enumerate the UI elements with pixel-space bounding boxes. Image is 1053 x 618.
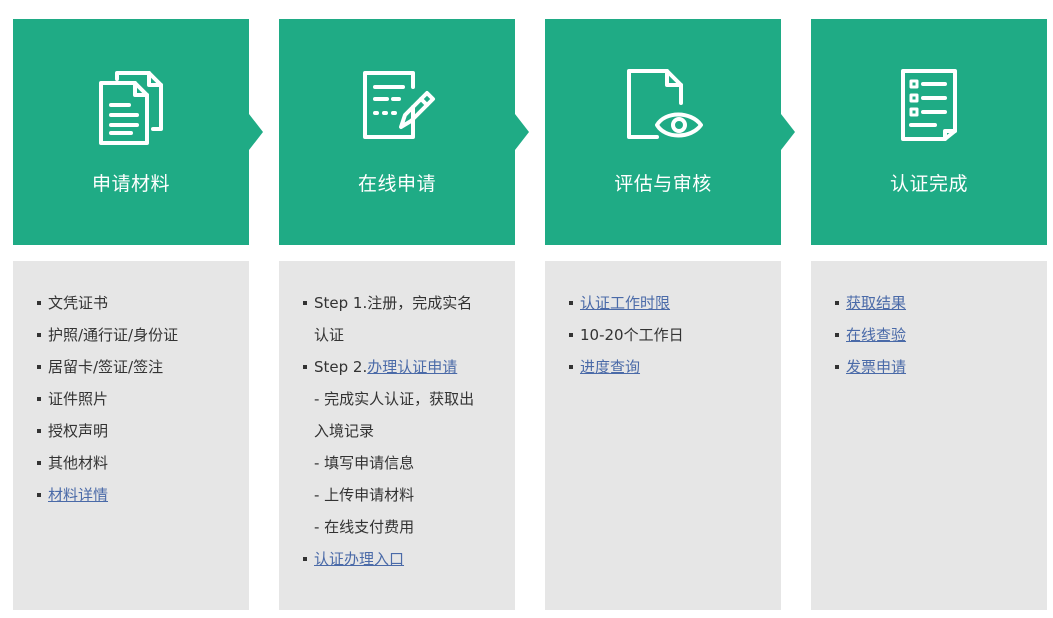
apply-certification-link[interactable]: 办理认证申请: [367, 358, 457, 376]
list-item: 护照/通行证/身份证: [37, 319, 239, 351]
step-header-review: 评估与审核: [545, 19, 795, 245]
list-item: 认证办理入口: [303, 543, 505, 575]
online-verify-link[interactable]: 在线查验: [846, 326, 906, 344]
materials-details-link[interactable]: 材料详情: [48, 486, 108, 504]
list-item: 认证工作时限: [569, 287, 771, 319]
list-item: Step 2.办理认证申请: [303, 351, 505, 383]
list-item: 进度查询: [569, 351, 771, 383]
certification-entry-link[interactable]: 认证办理入口: [314, 550, 404, 568]
list-item: 在线查验: [835, 319, 1037, 351]
step-column-materials: 申请材料 文凭证书 护照/通行证/身份证 居留卡/签证/签注 证件照片 授权声明…: [13, 19, 263, 610]
step-panel-online-apply: Step 1.注册，完成实名 认证 Step 2.办理认证申请 - 完成实人认证…: [279, 261, 515, 610]
documents-icon: [91, 65, 171, 145]
step-2-label: Step 2.: [314, 358, 368, 376]
list-item: 文凭证书: [37, 287, 239, 319]
list-item: - 上传申请材料: [314, 486, 415, 504]
list-item: 证件照片: [37, 383, 239, 415]
step-header-materials: 申请材料: [13, 19, 263, 245]
step-arrow: [781, 114, 795, 150]
step-header-complete: 认证完成: [811, 19, 1047, 245]
materials-list: 文凭证书 护照/通行证/身份证 居留卡/签证/签注 证件照片 授权声明 其他材料…: [37, 287, 239, 511]
list-item: - 在线支付费用: [314, 518, 415, 536]
list-item: 获取结果: [835, 287, 1037, 319]
online-apply-list: Step 1.注册，完成实名 认证 Step 2.办理认证申请 - 完成实人认证…: [303, 287, 505, 575]
step-panel-materials: 文凭证书 护照/通行证/身份证 居留卡/签证/签注 证件照片 授权声明 其他材料…: [13, 261, 249, 610]
step-column-online-apply: 在线申请 Step 1.注册，完成实名 认证 Step 2.办理认证申请 - 完…: [279, 19, 529, 610]
step-title: 认证完成: [889, 173, 968, 195]
step-arrow: [515, 114, 529, 150]
step-title: 在线申请: [357, 173, 436, 195]
review-list: 认证工作时限 10-20个工作日 进度查询: [569, 287, 771, 383]
work-time-limit-link[interactable]: 认证工作时限: [580, 294, 670, 312]
step-title: 申请材料: [91, 173, 170, 195]
step-arrow: [249, 114, 263, 150]
step-panel-complete: 获取结果 在线查验 发票申请: [811, 261, 1047, 610]
list-item: Step 1.注册，完成实名: [303, 287, 505, 319]
checklist-icon: [889, 65, 969, 145]
progress-query-link[interactable]: 进度查询: [580, 358, 640, 376]
list-item: 其他材料: [37, 447, 239, 479]
edit-form-icon: [357, 65, 437, 145]
step-column-review: 评估与审核 认证工作时限 10-20个工作日 进度查询: [545, 19, 795, 610]
document-eye-icon: [623, 65, 703, 145]
step-panel-review: 认证工作时限 10-20个工作日 进度查询: [545, 261, 781, 610]
list-item: 10-20个工作日: [569, 319, 771, 351]
list-item: 居留卡/签证/签注: [37, 351, 239, 383]
list-item: - 完成实人认证，获取出: [314, 390, 475, 408]
list-item: 材料详情: [37, 479, 239, 511]
list-item: 认证: [314, 326, 345, 344]
list-item: 入境记录: [314, 422, 375, 440]
step-title: 评估与审核: [614, 173, 712, 195]
step-header-online-apply: 在线申请: [279, 19, 529, 245]
list-item: 发票申请: [835, 351, 1037, 383]
list-item: 授权声明: [37, 415, 239, 447]
invoice-request-link[interactable]: 发票申请: [846, 358, 906, 376]
step-column-complete: 认证完成 获取结果 在线查验 发票申请: [811, 19, 1047, 610]
list-item: - 填写申请信息: [314, 454, 415, 472]
get-result-link[interactable]: 获取结果: [846, 294, 906, 312]
complete-list: 获取结果 在线查验 发票申请: [835, 287, 1037, 383]
